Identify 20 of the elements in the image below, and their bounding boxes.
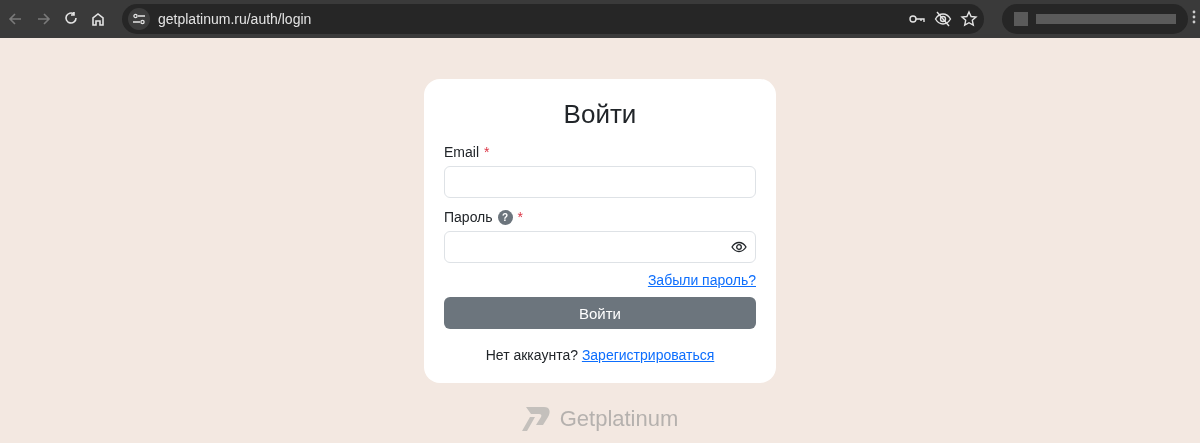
help-icon[interactable]: ? [497, 209, 513, 225]
register-link[interactable]: Зарегистрироваться [581, 347, 715, 363]
field-label: Пароль [444, 209, 493, 225]
password-field[interactable] [444, 231, 756, 263]
login-title: Войти [562, 99, 638, 130]
required-mark: * [484, 144, 490, 160]
eye-crossed-icon[interactable] [934, 10, 952, 28]
email-field[interactable] [444, 166, 756, 198]
brand-name: Getplatinum [559, 406, 679, 432]
address-bar[interactable]: getplatinum.ru/auth/login [122, 4, 984, 34]
login-button[interactable]: Войти [444, 297, 756, 329]
site-settings-icon[interactable] [128, 8, 150, 30]
url-text: getplatinum.ru/auth/login [158, 11, 313, 27]
no-account-text: Нет аккаунта? [485, 347, 578, 363]
logo-icon [521, 405, 552, 433]
forgot-password-link[interactable]: Забыли пароль? [647, 272, 756, 288]
show-password-icon[interactable] [731, 239, 747, 255]
field-label: Email [444, 144, 479, 160]
star-icon[interactable] [960, 10, 978, 28]
required-mark: * [517, 209, 524, 225]
